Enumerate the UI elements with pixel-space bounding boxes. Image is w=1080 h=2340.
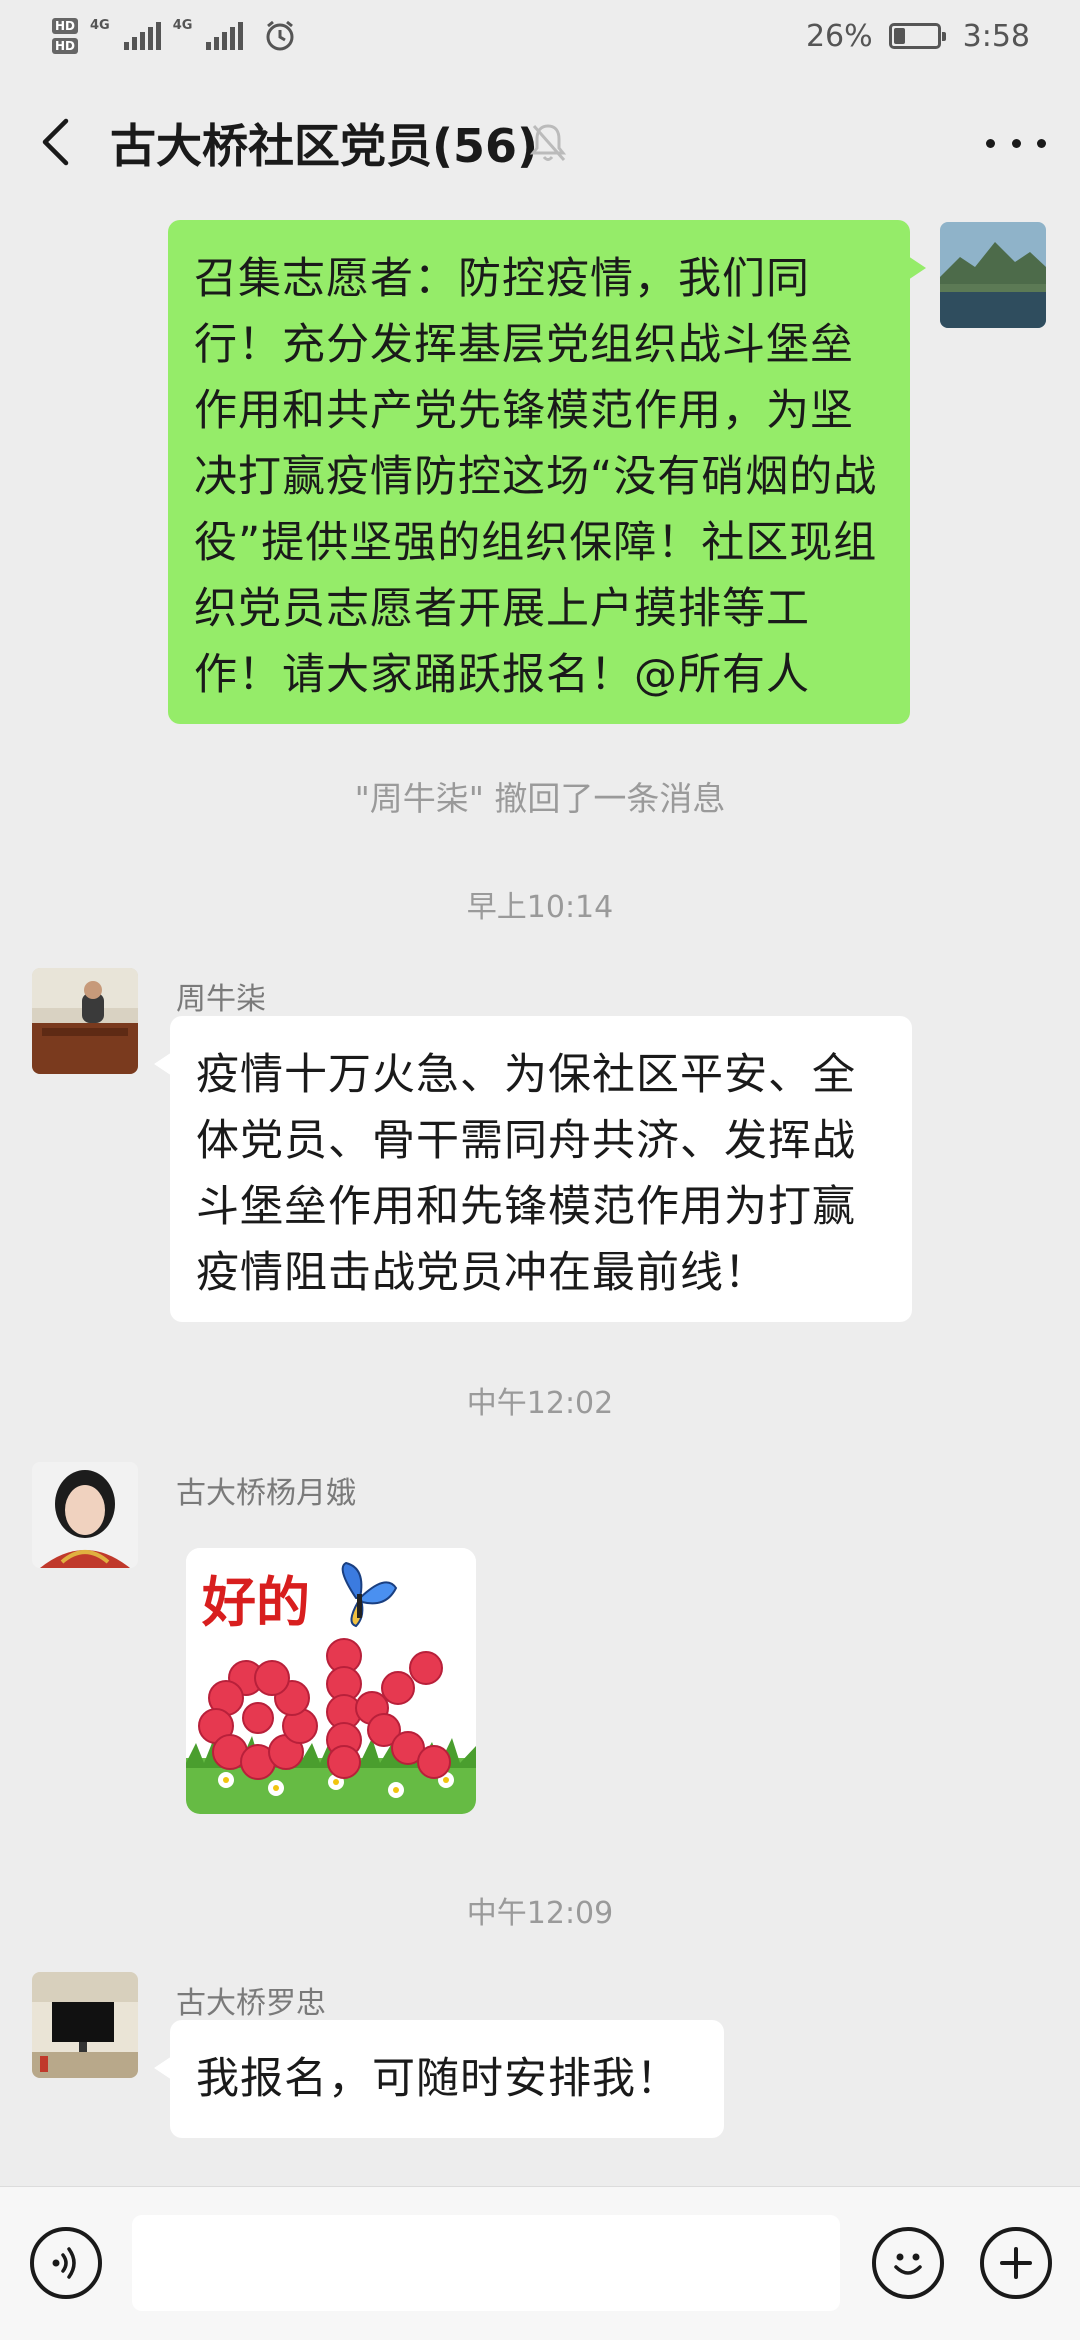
dot-icon [1011, 138, 1021, 148]
hd-badges: HD HD [52, 18, 79, 54]
chat-title: 古大桥社区党员(56) [110, 119, 539, 173]
timestamp: 中午12:09 [466, 1896, 614, 1931]
sender-avatar[interactable] [32, 1462, 138, 1568]
sender-name: 古大桥杨月娥 [176, 1476, 356, 1511]
network-label-1: 4G [90, 18, 110, 33]
add-more-button[interactable] [980, 2227, 1052, 2299]
emoji-button[interactable] [872, 2227, 944, 2299]
dot-icon [986, 138, 995, 148]
alarm-icon [266, 20, 294, 51]
voice-icon [52, 2247, 76, 2279]
hd-badge-2: HD [52, 38, 79, 54]
voice-button[interactable] [30, 2227, 102, 2299]
landscape-avatar-image [940, 222, 1046, 328]
timestamp: 中午12:02 [466, 1386, 614, 1421]
message-bubble-mine[interactable]: 召集志愿者：防控疫情，我们同行！充分发挥基层党组织战斗堡垒作用和共产党先锋模范作… [168, 220, 926, 724]
status-bar: HD HD 4G 4G 26% 3:58 [0, 0, 1080, 72]
status-right: 26% 3:58 [806, 19, 1030, 54]
message-text: 我报名，可随时安排我！ [196, 2054, 680, 2104]
hd-badge-1: HD [52, 18, 79, 34]
sender-name: 周牛柒 [176, 982, 266, 1017]
more-options-button[interactable] [986, 128, 1046, 158]
input-bar [0, 2186, 1080, 2340]
mute-bell-icon [529, 124, 567, 161]
battery-icon [888, 23, 946, 49]
plus-icon [1000, 2247, 1032, 2279]
my-avatar[interactable] [940, 222, 1046, 328]
room-avatar-image [32, 1972, 138, 2078]
battery-percent: 26% [805, 18, 873, 54]
signal-icon-2 [206, 22, 244, 50]
message-bubble-theirs[interactable]: 疫情十万火急、为保社区平安、全体党员、骨干需同舟共济、发挥战斗堡垒作用和先锋模范… [154, 1016, 912, 1322]
sticker-ok[interactable]: 好的 ok [186, 1548, 476, 1814]
sender-name: 古大桥罗忠 [176, 1986, 326, 2021]
status-left: HD HD 4G 4G [52, 18, 297, 54]
sender-avatar[interactable] [32, 1972, 138, 2078]
dot-icon [1037, 138, 1046, 148]
smiley-icon [894, 2253, 922, 2275]
chevron-left-icon [42, 118, 69, 166]
timestamp: 早上10:14 [466, 890, 614, 925]
woman-avatar-image [32, 1462, 138, 1568]
network-label-2: 4G [172, 18, 193, 33]
sticker-caption: 好的 [202, 1570, 310, 1634]
office-avatar-image [32, 968, 138, 1074]
message-input[interactable] [132, 2215, 840, 2311]
back-button[interactable] [30, 112, 80, 172]
sender-avatar[interactable] [32, 968, 138, 1074]
message-text: 召集志愿者：防控疫情，我们同行！充分发挥基层党组织战斗堡垒作用和共产党先锋模范作… [194, 254, 878, 700]
message-bubble-theirs[interactable]: 我报名，可随时安排我！ [154, 2020, 724, 2138]
message-text: 疫情十万火急、为保社区平安、全体党员、骨干需同舟共济、发挥战斗堡垒作用和先锋模范… [196, 1050, 856, 1298]
clock: 3:58 [962, 18, 1030, 54]
signal-icon-1 [123, 22, 161, 50]
chat-header: 古大桥社区党员(56) [0, 72, 1080, 212]
battery-fill [893, 28, 905, 44]
recall-notice: "周牛柒" 撤回了一条消息 [354, 779, 726, 818]
